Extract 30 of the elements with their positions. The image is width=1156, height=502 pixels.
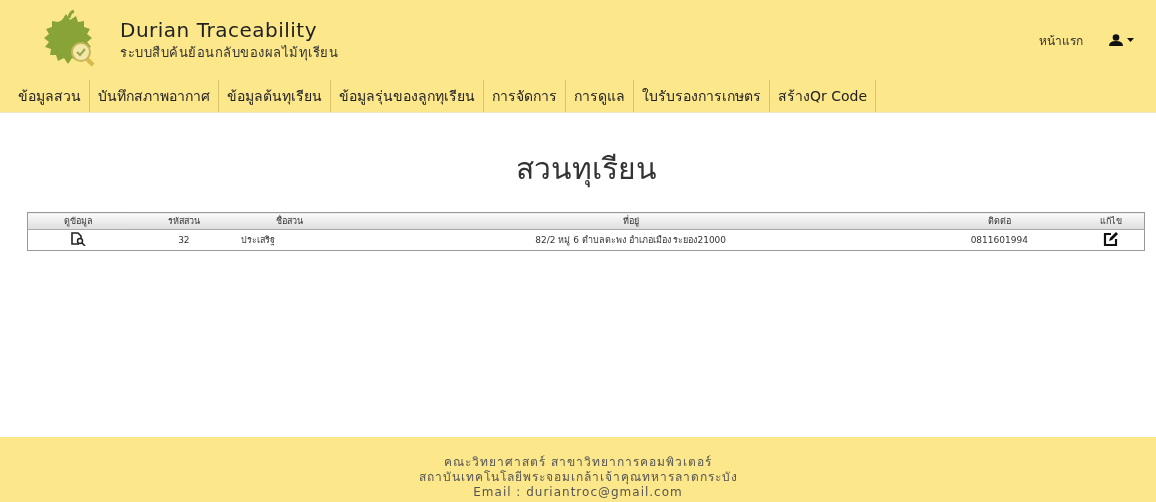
footer-text: Email : duriantroc@gmail.com: [473, 485, 683, 500]
caret-icon: [1127, 38, 1134, 42]
page-title: สวนทุเรียน: [514, 150, 658, 190]
nav-tab[interactable]: สร้างQr Code: [770, 80, 877, 112]
nav-tab[interactable]: ข้อมูลสวน: [10, 80, 90, 112]
user-icon: [1109, 34, 1123, 46]
table-cell: 32: [128, 229, 240, 251]
table-cell: 0811601994: [921, 229, 1078, 251]
table-cell: ประเสริฐ: [239, 229, 341, 251]
site-subtitle: ระบบสืบค้นย้อนกลับของผลไม้ทุเรียน: [120, 43, 338, 63]
column-header: ดูข้อมูล: [27, 212, 128, 230]
column-header: ติดต่อ: [921, 212, 1078, 230]
view-document-icon[interactable]: [70, 232, 86, 246]
nav-tab[interactable]: การดูแล: [566, 80, 634, 112]
column-header: แก้ไข: [1077, 212, 1145, 230]
user-menu-button[interactable]: [1109, 34, 1134, 46]
nav-tab[interactable]: การจัดการ: [484, 80, 566, 112]
footer-text: สถาบันเทคโนโลยีพระจอมเกล้าเจ้าคุณทหารลาดกระบัง: [418, 470, 738, 485]
nav-tab[interactable]: ใบรับรองการเกษตร: [634, 80, 770, 112]
column-header: ชื่อสวน: [239, 212, 341, 230]
home-link[interactable]: หน้าแรก: [1039, 30, 1083, 50]
column-header: ที่อยู่: [340, 212, 922, 230]
nav-tab[interactable]: ข้อมูลรุ่นของลูกทุเรียน: [331, 80, 484, 112]
edit-icon[interactable]: [1103, 231, 1119, 247]
table-cell: 82/2 หมู่ 6 ตำบลตะพง อำเภอเมือง ระยอง21000: [340, 229, 922, 251]
site-title: Durian Traceability: [120, 17, 318, 42]
nav-tab[interactable]: ข้อมูลต้นทุเรียน: [219, 80, 331, 112]
nav-tab[interactable]: บันทึกสภาพอากาศ: [90, 80, 219, 112]
column-header: รหัสสวน: [128, 212, 240, 230]
footer-text: คณะวิทยาศาสตร์ สาขาวิทยาการคอมพิวเตอร์: [444, 455, 712, 470]
